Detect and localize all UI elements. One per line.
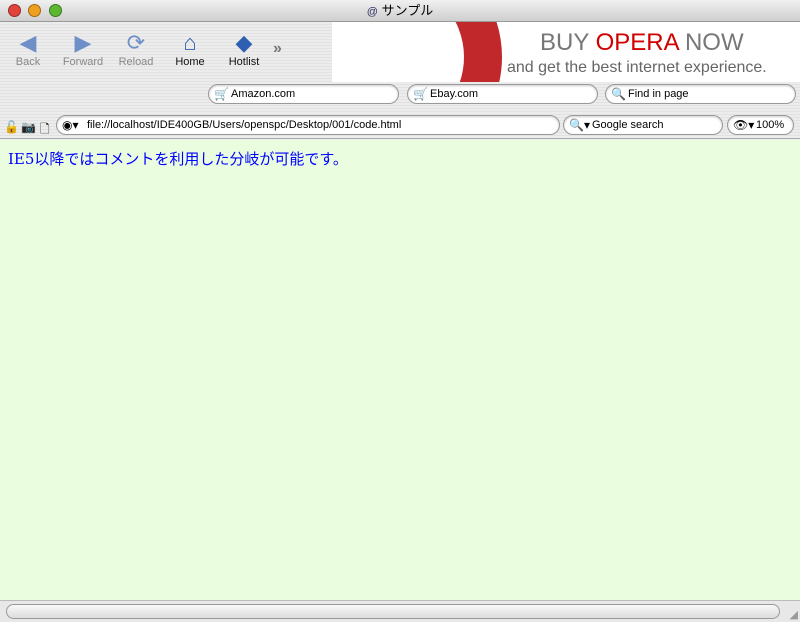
forward-arrow-icon: ▶ [74,30,92,55]
hotlist-label: Hotlist [228,56,260,68]
search-icon: 🔍 [611,87,626,101]
find-in-page-field[interactable]: 🔍 Find in page [605,84,796,104]
opera-logo [332,22,502,82]
page-text: IE5以降ではコメントを利用した分岐が可能です。 [8,150,348,168]
reload-label: Reload [118,56,154,68]
zoom-level: 100% [756,119,785,131]
search-field[interactable]: 🔍▾ Google search [563,115,723,135]
camera-icon[interactable]: 📷 [21,120,36,134]
address-field[interactable]: ◉▾ file://localhost/IDE400GB/Users/opensp… [56,115,560,135]
eye-zoom-icon[interactable]: 👁▾ [733,116,754,134]
home-icon: ⌂ [183,30,197,55]
banner-headline: BUY OPERA NOW [540,29,744,57]
search-engine-icon[interactable]: 🔍▾ [569,116,590,134]
back-button[interactable]: ◀ Back [3,30,53,68]
back-label: Back [15,56,41,68]
reload-icon: ⟳ [126,30,146,55]
title-bar: @ サンプル [0,0,800,22]
more-chevron-icon[interactable]: » [273,40,282,58]
horizontal-scrollbar[interactable] [6,604,780,619]
banner-buy: BUY [540,29,596,56]
zoom-field[interactable]: 👁▾ 100% [727,115,794,135]
close-button[interactable] [8,4,21,17]
home-label: Home [175,56,205,68]
cart-icon: 🛒 [413,87,428,101]
search-placeholder: Google search [592,119,664,131]
find-label: Find in page [628,88,689,100]
home-button[interactable]: ⌂ Home [165,30,215,68]
forward-label: Forward [62,56,104,68]
address-url: file://localhost/IDE400GB/Users/openspc/… [87,119,402,131]
ebay-label: Ebay.com [430,88,479,100]
amazon-label: Amazon.com [231,88,296,100]
page-icon[interactable]: 🗋 [40,120,50,141]
banner-opera: OPERA [595,29,679,56]
ebay-search-field[interactable]: 🛒 Ebay.com [407,84,598,104]
forward-button[interactable]: ▶ Forward [57,30,109,68]
status-bar: ◢ [0,600,800,622]
site-icon-dropdown[interactable]: ◉▾ [62,116,79,134]
minimize-button[interactable] [28,4,41,17]
window-title: サンプル [381,3,434,18]
amazon-search-field[interactable]: 🛒 Amazon.com [208,84,399,104]
banner-now: NOW [678,29,744,56]
page-content: IE5以降ではコメントを利用した分岐が可能です。 [0,140,800,600]
back-arrow-icon: ◀ [19,30,37,55]
resize-grip-icon[interactable]: ◢ [790,608,798,621]
document-icon: @ [366,6,378,18]
hotlist-button[interactable]: ◆ Hotlist [219,30,269,68]
banner-tagline: and get the best internet experience. [507,59,767,76]
security-lock-icon[interactable]: 🔓 [4,120,19,134]
hotlist-icon: ◆ [235,30,253,55]
zoom-button[interactable] [49,4,62,17]
toolbar-area: ◀ Back ▶ Forward ⟳ Reload ⌂ Home ◆ Hotlist » … [0,22,800,139]
reload-button[interactable]: ⟳ Reload [111,30,161,68]
cart-icon: 🛒 [214,87,229,101]
opera-ad-banner[interactable]: BUY OPERA NOW and get the best internet … [332,22,800,82]
